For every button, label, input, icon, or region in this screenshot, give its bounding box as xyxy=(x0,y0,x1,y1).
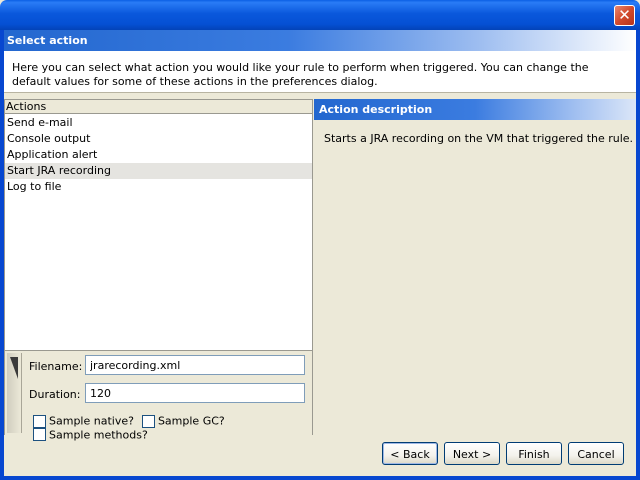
intro-panel: Here you can select what action you woul… xyxy=(4,51,636,93)
dialog-content: Select action Here you can select what a… xyxy=(4,30,636,476)
checkbox-box-icon xyxy=(141,414,155,428)
action-item-log-to-file[interactable]: Log to file xyxy=(5,179,312,195)
next-button[interactable]: Next > xyxy=(444,442,500,465)
sample-gc-checkbox[interactable]: Sample GC? xyxy=(141,414,225,428)
title-bar[interactable]: ✕ xyxy=(0,0,640,30)
window-frame-bottom xyxy=(0,476,640,480)
filename-label: Filename: xyxy=(29,360,83,373)
back-button[interactable]: < Back xyxy=(382,442,438,465)
actions-column-header: Actions xyxy=(5,100,312,114)
checkbox-box-icon xyxy=(33,414,46,428)
cancel-button[interactable]: Cancel xyxy=(568,442,624,465)
finish-button[interactable]: Finish xyxy=(506,442,562,465)
description-text: Starts a JRA recording on the VM that tr… xyxy=(324,132,634,145)
description-header: Action description xyxy=(314,99,636,120)
description-title: Action description xyxy=(319,103,433,116)
handle-grip-icon xyxy=(10,357,18,379)
window-frame-right xyxy=(636,30,640,480)
action-item-application-alert[interactable]: Application alert xyxy=(5,147,312,163)
sample-native-checkbox[interactable]: Sample native? xyxy=(33,414,134,428)
page-title: Select action xyxy=(7,34,88,47)
settings-handle[interactable] xyxy=(7,353,22,433)
sample-options: Sample native? Sample GC?Sample methods? xyxy=(33,414,312,441)
description-panel: Action description Starts a JRA recordin… xyxy=(314,99,636,435)
checkbox-box-icon xyxy=(33,428,46,441)
close-icon: ✕ xyxy=(618,6,631,24)
filename-input[interactable] xyxy=(85,355,305,375)
duration-input[interactable] xyxy=(85,383,305,403)
actions-panel: Actions Send e-mail Console output Appli… xyxy=(4,99,313,441)
action-settings: Filename: Duration: Sample native?Sample… xyxy=(5,350,312,441)
action-item-send-email[interactable]: Send e-mail xyxy=(5,115,312,131)
action-item-console-output[interactable]: Console output xyxy=(5,131,312,147)
close-button[interactable]: ✕ xyxy=(614,5,635,26)
sample-methods-checkbox[interactable]: Sample methods? xyxy=(33,428,148,441)
page-header: Select action xyxy=(4,30,636,51)
action-item-start-jra-recording[interactable]: Start JRA recording xyxy=(5,163,312,179)
duration-label: Duration: xyxy=(29,388,81,401)
actions-list: Send e-mail Console output Application a… xyxy=(5,115,312,195)
intro-text: Here you can select what action you woul… xyxy=(12,61,589,88)
